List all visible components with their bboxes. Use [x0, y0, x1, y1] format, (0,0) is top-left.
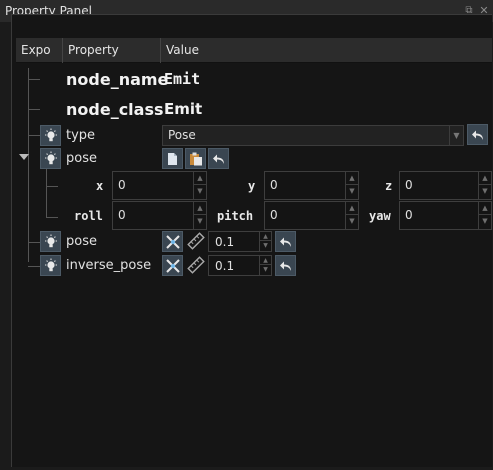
paste-pose-button[interactable] — [185, 148, 206, 169]
column-expo[interactable]: Expo — [16, 38, 63, 63]
tree-line — [28, 68, 29, 262]
node-class-label: node_class — [66, 100, 164, 119]
gizmo-icon — [166, 235, 180, 249]
undo-icon — [472, 130, 483, 140]
pose-roll-label: roll — [74, 209, 103, 223]
expand-arrow-icon[interactable] — [19, 154, 29, 160]
pose-yaw-value: 0 — [405, 208, 413, 222]
reset-pose-button[interactable] — [208, 148, 229, 169]
pose-pitch-field[interactable]: 0 ▲ ▼ — [264, 201, 359, 230]
tree-line — [28, 79, 40, 80]
lightbulb-icon — [45, 258, 57, 272]
gizmo-icon — [166, 259, 180, 273]
inverse-pose-stepper[interactable]: ▲ ▼ — [259, 256, 271, 275]
pose-x-field[interactable]: 0 ▲ ▼ — [112, 171, 207, 200]
tree-line — [46, 217, 58, 218]
pose-y-field[interactable]: 0 ▲ ▼ — [264, 171, 359, 200]
pose-x-stepper[interactable]: ▲ ▼ — [193, 172, 206, 199]
chevron-down-icon[interactable]: ▼ — [449, 126, 463, 145]
gizmo-toggle-pose-button[interactable] — [162, 231, 183, 252]
gizmo-toggle-inverse-pose-button[interactable] — [162, 255, 183, 276]
pose-y-value: 0 — [270, 178, 278, 192]
tree-line — [46, 168, 47, 218]
ruler-icon[interactable] — [186, 231, 206, 251]
pose-z-stepper[interactable]: ▲ ▼ — [478, 172, 491, 199]
pose-scale-label: pose — [66, 234, 97, 249]
inverse-pose-value: 0.1 — [215, 259, 235, 273]
pose-yaw-stepper[interactable]: ▲ ▼ — [478, 202, 491, 229]
node-class-value: Emit — [164, 100, 203, 118]
pose-scale-stepper[interactable]: ▲ ▼ — [259, 232, 271, 251]
expose-toggle-type[interactable] — [40, 125, 61, 146]
pose-x-value: 0 — [118, 178, 126, 192]
tree-line — [46, 186, 58, 187]
expose-toggle-pose-scale[interactable] — [40, 231, 61, 252]
tree-line — [28, 135, 40, 136]
type-label: type — [66, 128, 96, 143]
pose-pitch-value: 0 — [270, 208, 278, 222]
pose-z-field[interactable]: 0 ▲ ▼ — [399, 171, 492, 200]
pose-roll-field[interactable]: 0 ▲ ▼ — [112, 201, 207, 230]
pose-roll-stepper[interactable]: ▲ ▼ — [193, 202, 206, 229]
pose-x-label: x — [96, 179, 104, 193]
copy-pose-button[interactable] — [162, 148, 183, 169]
pose-group-label: pose — [66, 151, 97, 166]
pose-z-value: 0 — [405, 178, 413, 192]
pose-pitch-stepper[interactable]: ▲ ▼ — [345, 202, 358, 229]
pose-scale-field[interactable]: 0.1 ▲ ▼ — [208, 231, 272, 252]
expose-toggle-pose[interactable] — [40, 148, 61, 169]
copy-icon — [168, 153, 177, 165]
reset-inverse-pose-button[interactable] — [275, 255, 296, 276]
pose-pitch-label: pitch — [217, 209, 254, 223]
tree-line — [28, 242, 40, 243]
lightbulb-icon — [45, 128, 57, 142]
pose-yaw-field[interactable]: 0 ▲ ▼ — [399, 201, 492, 230]
column-header: Expo Property Value — [16, 38, 492, 63]
undo-icon — [280, 237, 291, 247]
pose-yaw-label: yaw — [369, 209, 391, 223]
undo-icon — [280, 261, 291, 271]
undo-icon — [213, 154, 224, 164]
paste-icon — [190, 152, 202, 166]
pose-scale-value: 0.1 — [215, 235, 235, 249]
node-name-label: node_name — [66, 70, 169, 89]
column-value[interactable]: Value — [161, 38, 492, 63]
type-dropdown-value: Pose — [168, 128, 196, 142]
reset-pose-scale-button[interactable] — [275, 231, 296, 252]
pose-y-label: y — [248, 179, 256, 193]
tree-line — [28, 109, 40, 110]
expose-toggle-inverse-pose[interactable] — [40, 255, 61, 276]
type-dropdown[interactable]: Pose ▼ — [162, 125, 464, 146]
pose-y-stepper[interactable]: ▲ ▼ — [345, 172, 358, 199]
inverse-pose-label: inverse_pose — [66, 258, 152, 273]
pose-roll-value: 0 — [118, 208, 126, 222]
lightbulb-icon — [45, 234, 57, 248]
ruler-icon[interactable] — [186, 255, 206, 275]
column-property[interactable]: Property — [63, 38, 161, 63]
pose-z-label: z — [385, 179, 393, 193]
reset-type-button[interactable] — [467, 124, 488, 145]
lightbulb-icon — [45, 151, 57, 165]
node-name-value: Emit — [164, 70, 201, 88]
inverse-pose-field[interactable]: 0.1 ▲ ▼ — [208, 255, 272, 276]
tree-line — [28, 266, 40, 267]
